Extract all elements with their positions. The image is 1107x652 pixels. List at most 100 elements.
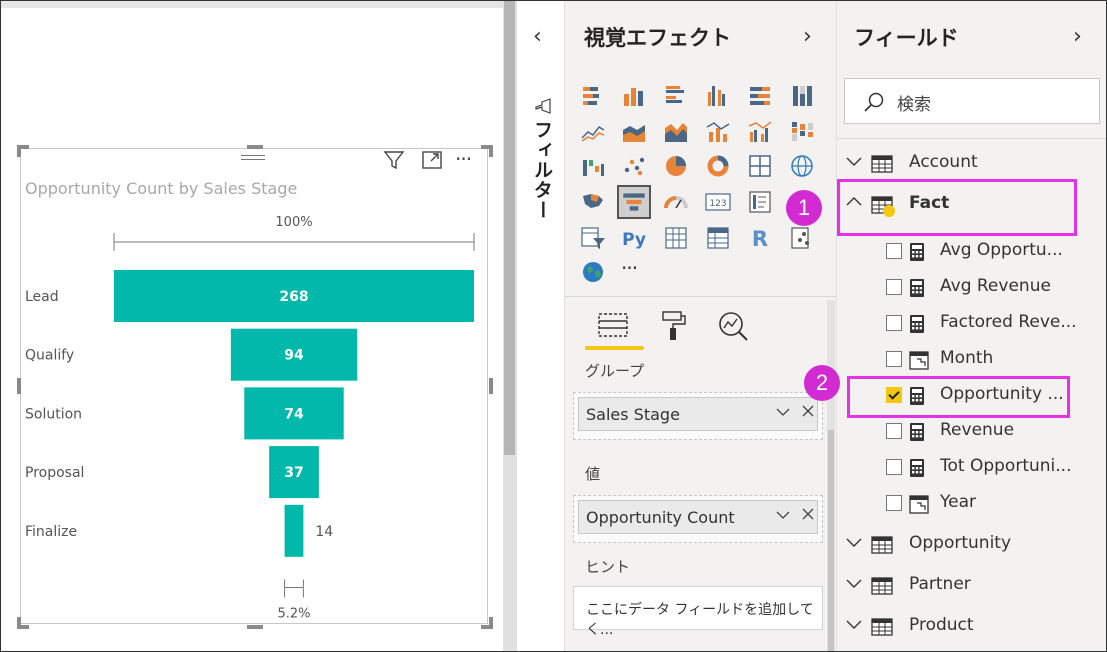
canvas-scroll-thumb[interactable] [504,0,515,455]
field-checkbox[interactable] [886,351,902,367]
100-stacked-column-chart-icon[interactable] [788,82,816,110]
filled-map-icon[interactable] [579,188,607,216]
waterfall-chart-icon[interactable] [579,152,607,180]
canvas-top-strip [0,0,503,8]
callout-badge-1: 1 [786,190,822,226]
key-influencers-icon[interactable] [788,224,816,252]
field-name: Avg Revenue [940,276,1051,296]
values-field-pill[interactable]: Opportunity Count [578,500,818,534]
gauge-icon[interactable] [662,188,690,216]
chevron-down-icon[interactable] [845,615,863,637]
funnel-chart-icon[interactable] [617,185,651,219]
field-checkbox[interactable] [886,423,902,439]
field-row[interactable]: Revenue [837,417,1107,447]
field-checkbox[interactable] [886,495,902,511]
chevron-down-icon[interactable] [845,152,863,174]
collapse-chevron-left-icon[interactable]: ‹ [533,24,542,49]
stacked-bar-chart-icon[interactable] [579,82,607,110]
resize-handle-tr-v[interactable] [489,145,493,157]
field-name: Revenue [940,420,1015,440]
callout-badge-2: 2 [804,365,840,401]
field-row[interactable]: Month [837,345,1107,375]
group-field-pill[interactable]: Sales Stage [578,397,818,431]
format-tab-icon[interactable] [657,308,693,344]
matrix-visual-icon[interactable] [704,224,732,252]
tooltips-section-label: ヒント [585,558,631,576]
category-label: Lead [25,289,59,305]
ribbon-chart-icon[interactable] [788,118,816,146]
stacked-column-chart-icon[interactable] [620,82,648,110]
treemap-icon[interactable] [746,152,774,180]
filter-pane-label[interactable]: フィルター [529,120,556,220]
table-partner[interactable]: Partner [837,571,1107,601]
python-visual-icon[interactable]: Py [620,224,648,252]
scatter-chart-icon[interactable] [620,152,648,180]
field-row[interactable]: Year [837,489,1107,519]
expand-chevron-right-icon[interactable]: › [1073,24,1082,49]
resize-handle-right[interactable] [489,378,493,394]
filter-pane-collapsed[interactable]: ‹ フィルター [516,0,564,652]
table-icon [871,577,893,599]
fields-pane: フィールド › 検索 Account Fact Opportunity Partner… [836,0,1107,652]
chevron-down-icon[interactable] [775,404,791,424]
100-stacked-bar-chart-icon[interactable] [746,82,774,110]
viz-pane-scroll-thumb[interactable] [828,430,834,652]
field-row[interactable]: Avg Revenue [837,273,1107,303]
line-chart-icon[interactable] [579,118,607,146]
field-checkbox[interactable] [886,243,902,259]
field-checkbox[interactable] [886,315,902,331]
chevron-down-icon[interactable] [845,533,863,555]
values-well[interactable]: Opportunity Count [573,495,823,543]
field-checkbox[interactable] [886,459,902,475]
map-icon[interactable] [788,152,816,180]
slicer-icon[interactable] [579,224,607,252]
donut-chart-icon[interactable] [704,152,732,180]
table-account[interactable]: Account [837,149,1107,179]
clustered-column-chart-icon[interactable] [704,82,732,110]
group-well[interactable]: Sales Stage [573,392,823,440]
chevron-down-icon[interactable] [845,574,863,596]
funnel-visual[interactable]: ··· Opportunity Count by Sales Stage 100… [17,145,493,629]
calculator-icon [909,458,925,482]
field-row[interactable]: Factored Reve... [837,309,1107,339]
table-icon [871,618,893,640]
field-row[interactable]: Avg Opportu... [837,237,1107,267]
card-icon-label: 123 [709,199,726,209]
data-label: 268 [279,289,308,305]
field-row[interactable]: Tot Opportuni... [837,453,1107,483]
field-name: Year [940,492,976,512]
r-visual-icon[interactable]: R [746,224,774,252]
expand-chevron-right-icon[interactable]: › [803,24,812,49]
table-visual-icon[interactable] [662,224,690,252]
data-label: 94 [284,348,304,364]
canvas-scrollbar[interactable] [503,0,516,652]
fields-search-input[interactable]: 検索 [844,78,1100,124]
area-chart-icon[interactable] [620,118,648,146]
card-icon[interactable]: 123 [704,188,732,216]
resize-handle-br-v[interactable] [489,617,493,629]
stacked-area-chart-icon[interactable] [662,118,690,146]
viz-pane-scrollbar[interactable] [827,300,835,652]
remove-field-icon[interactable] [801,403,815,423]
tooltips-well[interactable]: ここにデータ フィールドを追加してく... [573,586,823,638]
arcgis-map-icon[interactable] [579,258,607,286]
chevron-down-icon[interactable] [775,507,791,527]
pie-chart-icon[interactable] [662,152,690,180]
line-and-stacked-column-chart-icon[interactable] [704,118,732,146]
fields-tab-icon[interactable] [595,308,631,344]
clustered-bar-chart-icon[interactable] [662,82,690,110]
field-checkbox[interactable] [886,279,902,295]
filter-pane-icon [534,96,552,118]
line-and-clustered-column-chart-icon[interactable] [746,118,774,146]
data-label: 74 [284,406,304,422]
table-opportunity[interactable]: Opportunity [837,530,1107,560]
table-name: Partner [909,574,971,594]
multi-row-card-icon[interactable] [746,188,774,216]
fields-pane-title: フィールド [854,26,959,50]
remove-field-icon[interactable] [801,506,815,526]
resize-handle-bottom[interactable] [247,625,263,629]
table-product[interactable]: Product [837,612,1107,642]
more-visuals-icon[interactable]: ··· [621,256,649,284]
report-canvas: ··· Opportunity Count by Sales Stage 100… [0,0,516,652]
analytics-tab-icon[interactable] [715,308,751,344]
